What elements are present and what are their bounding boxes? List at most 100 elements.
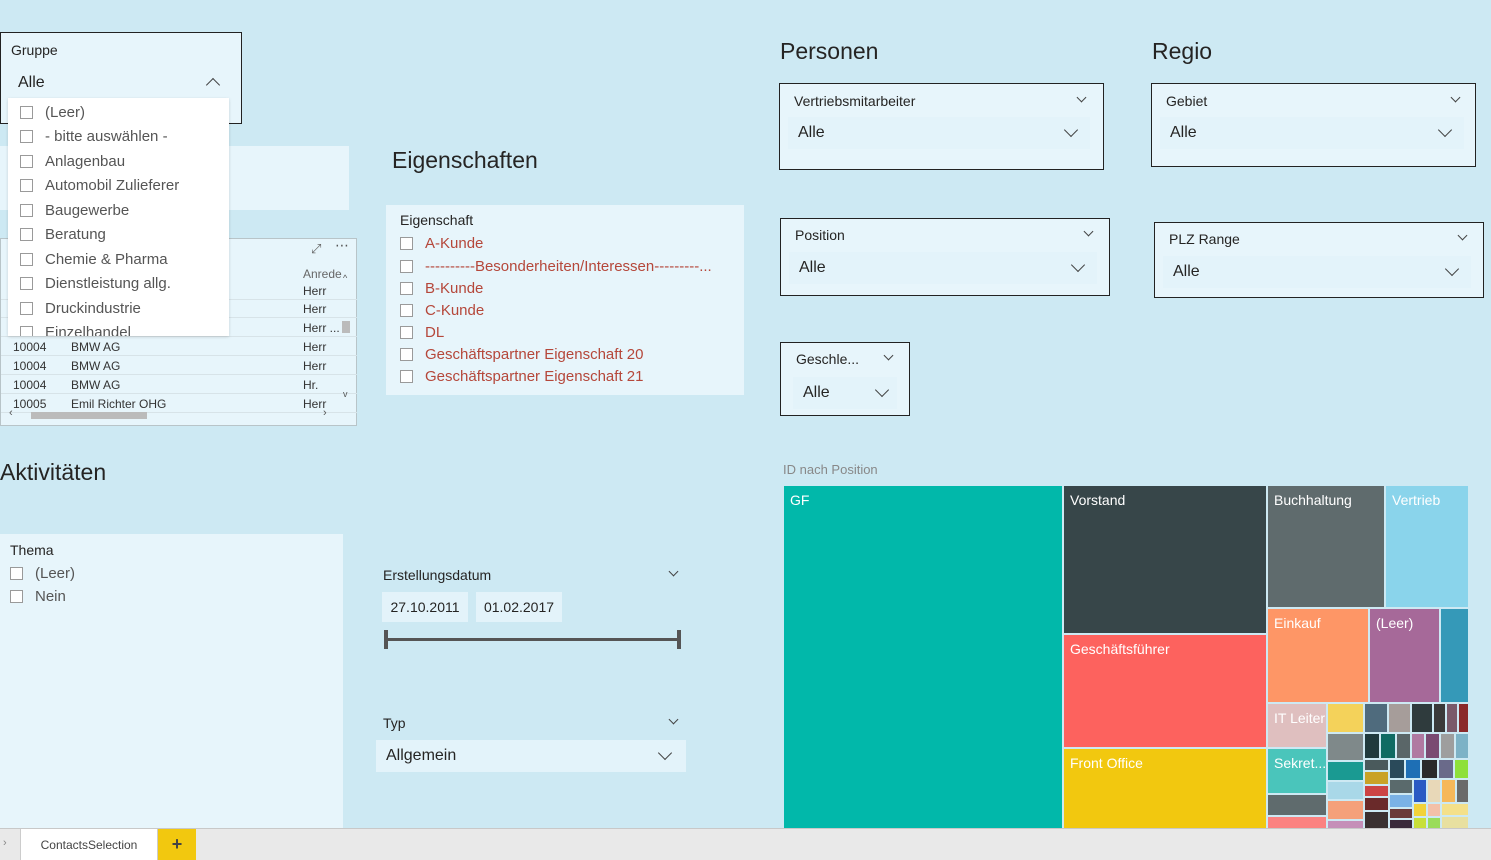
treemap-tile[interactable]: [1365, 704, 1387, 732]
gruppe-option[interactable]: Dienstleistung allg.: [20, 275, 171, 292]
date-range-start-handle[interactable]: [384, 630, 388, 649]
treemap-tile[interactable]: [1365, 734, 1379, 758]
treemap-tile[interactable]: [1428, 804, 1440, 816]
eigenschaft-option[interactable]: ----------Besonderheiten/Interessen-----…: [400, 258, 744, 275]
checkbox[interactable]: [400, 237, 413, 250]
chevron-down-icon[interactable]: [1076, 92, 1087, 103]
chevron-down-icon[interactable]: [1083, 226, 1094, 237]
eigenschaft-option[interactable]: DL: [400, 324, 444, 341]
checkbox[interactable]: [20, 155, 33, 168]
eigenschaft-option[interactable]: Geschäftspartner Eigenschaft 21: [400, 368, 643, 385]
typ-dropdown[interactable]: Allgemein: [376, 740, 686, 772]
tab-scroll-left-icon[interactable]: ›: [3, 837, 7, 849]
treemap-tile-buchhaltung[interactable]: Buchhaltung: [1268, 486, 1384, 607]
eigenschaft-option[interactable]: B-Kunde: [400, 280, 483, 297]
treemap-tile[interactable]: [1456, 734, 1468, 758]
gruppe-option[interactable]: - bitte auswählen -: [20, 128, 168, 145]
treemap-tile[interactable]: [1428, 780, 1440, 802]
scroll-left-icon[interactable]: ‹: [9, 407, 13, 419]
gruppe-option[interactable]: Automobil Zulieferer: [20, 177, 179, 194]
more-options-icon[interactable]: ⋯: [335, 237, 349, 254]
treemap-tile-geschaeftsfuehrer[interactable]: Geschäftsführer: [1064, 635, 1266, 747]
scroll-up-icon[interactable]: ^: [343, 273, 347, 283]
table-row[interactable]: 10004 BMW AG Herr: [1, 337, 357, 356]
treemap-tile[interactable]: [1268, 795, 1326, 815]
column-header-anrede[interactable]: Anrede: [303, 267, 342, 281]
treemap-tile[interactable]: [1328, 821, 1363, 828]
treemap-tile[interactable]: [1406, 760, 1420, 778]
checkbox[interactable]: [20, 204, 33, 217]
gruppe-option[interactable]: Beratung: [20, 226, 106, 243]
gruppe-option[interactable]: Anlagenbau: [20, 153, 125, 170]
table-row[interactable]: 10004 BMW AG Herr: [1, 356, 357, 375]
chevron-down-icon[interactable]: [1450, 92, 1461, 103]
treemap-tile[interactable]: [1365, 798, 1388, 810]
eigenschaft-option[interactable]: C-Kunde: [400, 302, 484, 319]
vertriebsmitarbeiter-dropdown[interactable]: Alle: [788, 117, 1090, 149]
date-range-track[interactable]: [386, 638, 680, 641]
treemap-tile[interactable]: [1442, 780, 1455, 802]
treemap-tile-it-leiter[interactable]: IT Leiter: [1268, 704, 1326, 747]
scrollbar-thumb[interactable]: [31, 412, 147, 419]
thema-option[interactable]: (Leer): [10, 565, 75, 582]
checkbox[interactable]: [20, 228, 33, 241]
treemap-tile[interactable]: [1397, 734, 1410, 758]
treemap-tile[interactable]: [1434, 704, 1445, 732]
thema-option[interactable]: Nein: [10, 588, 66, 605]
treemap-tile[interactable]: [1412, 704, 1432, 732]
treemap-tile[interactable]: [1457, 780, 1468, 802]
gebiet-dropdown[interactable]: Alle: [1160, 117, 1464, 149]
treemap-tile[interactable]: [1441, 734, 1454, 758]
gruppe-option[interactable]: Einzelhandel: [20, 324, 131, 336]
treemap-tile[interactable]: [1365, 812, 1388, 828]
checkbox[interactable]: [20, 179, 33, 192]
checkbox[interactable]: [10, 590, 23, 603]
treemap-tile[interactable]: [1422, 760, 1437, 778]
treemap-tile[interactable]: [1328, 704, 1363, 732]
treemap-tile[interactable]: [1365, 786, 1388, 796]
treemap-tile[interactable]: [1442, 804, 1468, 815]
checkbox[interactable]: [400, 282, 413, 295]
treemap-tile-vorstand[interactable]: Vorstand: [1064, 486, 1266, 633]
start-date-input[interactable]: 27.10.2011: [382, 592, 468, 622]
treemap-tile[interactable]: [1389, 704, 1410, 732]
treemap-tile[interactable]: [1390, 795, 1412, 807]
position-dropdown[interactable]: Alle: [789, 252, 1097, 284]
geschlecht-dropdown[interactable]: Alle: [793, 377, 897, 409]
treemap-tile[interactable]: [1381, 734, 1395, 758]
checkbox[interactable]: [400, 348, 413, 361]
treemap-tile[interactable]: [1459, 704, 1468, 732]
end-date-input[interactable]: 01.02.2017: [476, 592, 562, 622]
checkbox[interactable]: [10, 567, 23, 580]
gruppe-options-list[interactable]: (Leer) - bitte auswählen - Anlagenbau Au…: [8, 98, 229, 336]
horizontal-scrollbar[interactable]: ‹ ›: [7, 407, 337, 421]
treemap-tile[interactable]: [1414, 780, 1426, 802]
eigenschaft-option[interactable]: Geschäftspartner Eigenschaft 20: [400, 346, 643, 363]
checkbox[interactable]: [20, 130, 33, 143]
scroll-down-icon[interactable]: v: [343, 389, 348, 399]
treemap-tile[interactable]: [1439, 760, 1453, 778]
checkbox[interactable]: [400, 370, 413, 383]
gruppe-option[interactable]: Druckindustrie: [20, 300, 141, 317]
treemap-tile[interactable]: [1365, 772, 1388, 784]
treemap-tile[interactable]: [1328, 734, 1363, 760]
plz-range-dropdown[interactable]: Alle: [1163, 256, 1471, 288]
table-row[interactable]: 10004 BMW AG Hr.: [1, 375, 357, 394]
treemap-tile-gf[interactable]: GF: [784, 486, 1062, 828]
gruppe-option[interactable]: Baugewerbe: [20, 202, 129, 219]
focus-mode-icon[interactable]: ⤢: [311, 241, 321, 257]
checkbox[interactable]: [20, 326, 33, 336]
checkbox[interactable]: [400, 326, 413, 339]
chevron-down-icon[interactable]: [1457, 230, 1468, 241]
treemap-tile[interactable]: [1414, 818, 1426, 828]
checkbox[interactable]: [20, 277, 33, 290]
checkbox[interactable]: [400, 260, 413, 273]
treemap-tile[interactable]: [1328, 762, 1363, 780]
treemap-tile[interactable]: [1426, 734, 1439, 758]
date-range-end-handle[interactable]: [677, 630, 681, 649]
gruppe-option[interactable]: Chemie & Pharma: [20, 251, 168, 268]
checkbox[interactable]: [20, 302, 33, 315]
vertical-scrollbar[interactable]: ^ v: [341, 273, 351, 403]
checkbox[interactable]: [20, 106, 33, 119]
tab-contactsselection[interactable]: ContactsSelection: [20, 829, 158, 860]
